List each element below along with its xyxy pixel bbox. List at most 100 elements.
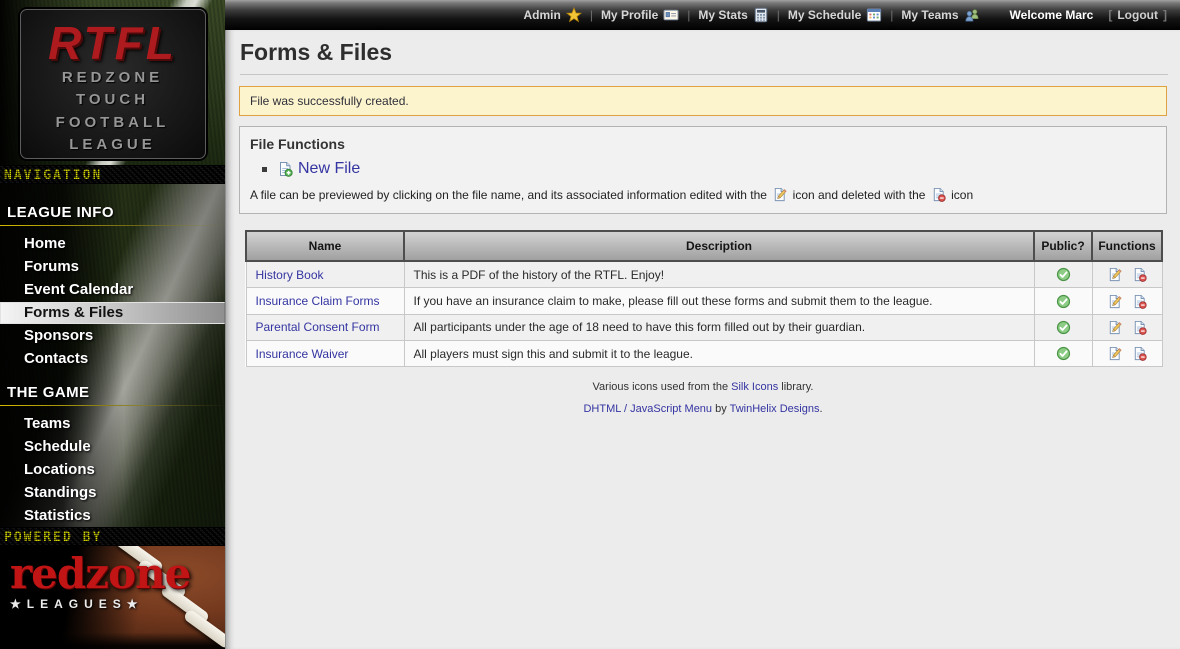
sidebar-item-home[interactable]: Home	[0, 233, 225, 255]
delete-file-icon[interactable]	[1132, 346, 1147, 361]
nav-section-title: LEAGUE INFO	[0, 204, 225, 221]
col-header-description: Description	[404, 231, 1034, 261]
sidebar: RTFL REDZONE TOUCH FOOTBALL LEAGUE NAVIG…	[0, 0, 225, 649]
hint-text: A file can be previewed by clicking on t…	[250, 188, 767, 202]
sidebar-item-forums[interactable]: Forums	[0, 256, 225, 278]
files-table: Name Description Public? Functions Histo…	[245, 230, 1163, 367]
bullet	[262, 167, 267, 172]
col-header-name: Name	[246, 231, 404, 261]
edit-file-icon[interactable]	[1107, 320, 1122, 335]
file-description: This is a PDF of the history of the RTFL…	[404, 261, 1034, 288]
nav-section-title: THE GAME	[0, 384, 225, 401]
table-row: Insurance Waiver All players must sign t…	[246, 340, 1162, 366]
delete-file-icon[interactable]	[1132, 320, 1147, 335]
gold-divider	[0, 405, 225, 406]
edit-file-icon[interactable]	[1107, 267, 1122, 282]
logo-line: TOUCH	[21, 89, 205, 110]
bracket: ]	[1163, 8, 1167, 22]
file-name-link[interactable]: Parental Consent Form	[256, 320, 380, 334]
public-tick-icon	[1056, 346, 1071, 361]
public-tick-icon	[1056, 294, 1071, 309]
new-file-row: New File	[262, 160, 1156, 178]
sidebar-item-contacts[interactable]: Contacts	[0, 348, 225, 370]
sidebar-item-schedule[interactable]: Schedule	[0, 436, 225, 458]
file-hint: A file can be previewed by clicking on t…	[250, 187, 1156, 202]
redzone-name: redzone	[10, 554, 190, 594]
hint-text: icon and deleted with the	[793, 188, 926, 202]
credits-text: Various icons used from the	[593, 381, 729, 393]
redzone-sub: ★LEAGUES★	[10, 597, 190, 611]
file-functions-panel: File Functions New File A file can be pr…	[239, 126, 1167, 214]
nav-section-the-game: THE GAME Teams Schedule Locations Standi…	[0, 384, 225, 527]
logo-line: REDZONE	[21, 67, 205, 88]
table-row: Parental Consent Form All participants u…	[246, 314, 1162, 340]
page-edit-icon	[772, 187, 787, 202]
sidebar-nav: LEAGUE INFO Home Forums Event Calendar F…	[0, 184, 225, 527]
topbar-admin[interactable]: Admin	[523, 7, 581, 23]
file-description: All players must sign this and submit it…	[404, 340, 1034, 366]
sidebar-item-event-calendar[interactable]: Event Calendar	[0, 279, 225, 301]
silk-icons-link[interactable]: Silk Icons	[731, 381, 778, 393]
file-name-link[interactable]: Insurance Claim Forms	[256, 294, 380, 308]
file-name-link[interactable]: History Book	[256, 268, 324, 282]
file-description: If you have an insurance claim to make, …	[404, 288, 1034, 314]
credits-line-menu: DHTML / JavaScript Menu by TwinHelix Des…	[226, 403, 1180, 415]
panel-title: File Functions	[250, 136, 1156, 152]
topbar-my-stats[interactable]: My Stats	[698, 7, 768, 23]
file-name-link[interactable]: Insurance Waiver	[256, 347, 349, 361]
separator: |	[890, 8, 893, 22]
separator: |	[590, 8, 593, 22]
welcome-text: Welcome Marc	[1010, 8, 1094, 22]
topbar-right: Welcome Marc [ Logout ]	[1010, 8, 1172, 22]
page-title: Forms & Files	[240, 39, 1168, 75]
redzone-wordmark: redzone ★LEAGUES★	[10, 554, 190, 611]
hint-text: icon	[951, 188, 973, 202]
table-header-row: Name Description Public? Functions	[246, 231, 1162, 261]
credits-text: .	[819, 403, 822, 415]
flash-message: File was successfully created.	[239, 86, 1167, 116]
topbar-admin-label: Admin	[523, 8, 560, 22]
sidebar-item-teams[interactable]: Teams	[0, 413, 225, 435]
edit-file-icon[interactable]	[1107, 346, 1122, 361]
topbar-my-teams[interactable]: My Teams	[901, 7, 979, 23]
topbar-my-profile[interactable]: My Profile	[601, 7, 679, 23]
group-icon	[964, 7, 980, 23]
public-tick-icon	[1056, 320, 1071, 335]
main-content: Forms & Files File was successfully crea…	[225, 30, 1180, 649]
credits-text: library.	[781, 381, 813, 393]
calculator-icon	[753, 7, 769, 23]
topbar-menu: Admin | My Profile | My Stats | My Sched…	[523, 7, 979, 23]
navigation-banner: NAVIGATION	[0, 165, 225, 184]
topbar-my-schedule-label: My Schedule	[788, 8, 861, 22]
vcard-icon	[663, 7, 679, 23]
bracket: [	[1108, 8, 1112, 22]
dhtml-menu-link[interactable]: DHTML / JavaScript Menu	[583, 403, 712, 415]
redzone-leagues-logo[interactable]: redzone ★LEAGUES★	[0, 546, 225, 649]
table-row: Insurance Claim Forms If you have an ins…	[246, 288, 1162, 314]
edit-file-icon[interactable]	[1107, 294, 1122, 309]
public-tick-icon	[1056, 267, 1071, 282]
table-row: History Book This is a PDF of the histor…	[246, 261, 1162, 288]
nav-section-league-info: LEAGUE INFO Home Forums Event Calendar F…	[0, 204, 225, 370]
logo-line: FOOTBALL	[21, 112, 205, 133]
topbar-my-teams-label: My Teams	[901, 8, 958, 22]
main-column: Admin | My Profile | My Stats | My Sched…	[225, 0, 1180, 649]
sidebar-item-sponsors[interactable]: Sponsors	[0, 325, 225, 347]
logo-line: LEAGUE	[21, 134, 205, 155]
new-file-link[interactable]: New File	[298, 160, 360, 178]
twinhelix-link[interactable]: TwinHelix Designs	[730, 403, 820, 415]
delete-file-icon[interactable]	[1132, 267, 1147, 282]
delete-file-icon[interactable]	[1132, 294, 1147, 309]
sidebar-item-forms-files[interactable]: Forms & Files	[0, 302, 225, 324]
league-logo-area: RTFL REDZONE TOUCH FOOTBALL LEAGUE	[0, 0, 225, 165]
logo-acronym: RTFL	[21, 20, 205, 66]
separator: |	[687, 8, 690, 22]
sidebar-item-statistics[interactable]: Statistics	[0, 505, 225, 527]
sidebar-item-standings[interactable]: Standings	[0, 482, 225, 504]
sidebar-item-locations[interactable]: Locations	[0, 459, 225, 481]
logout-link[interactable]: Logout	[1117, 8, 1158, 22]
rtfl-logo[interactable]: RTFL REDZONE TOUCH FOOTBALL LEAGUE	[20, 9, 206, 159]
star-icon	[566, 7, 582, 23]
topbar-my-schedule[interactable]: My Schedule	[788, 7, 882, 23]
credits-text: by	[715, 403, 727, 415]
